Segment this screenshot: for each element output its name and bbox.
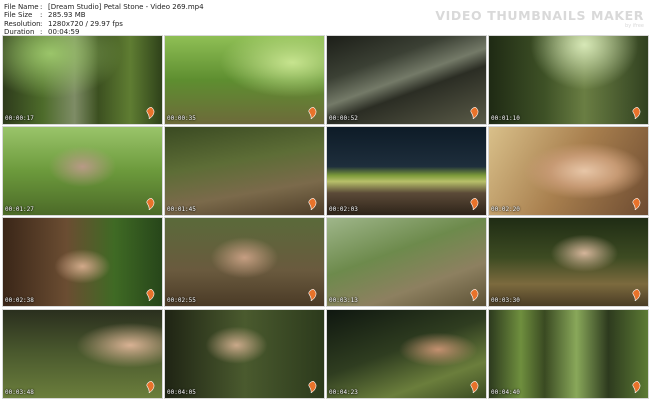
info-key: Resolution — [4, 19, 41, 28]
thumbnail-frame: 00:02:20 — [488, 126, 649, 216]
thumbnail-frame: 00:00:52 — [326, 35, 487, 125]
studio-logo-icon — [632, 381, 641, 393]
thumbnail-frame: 00:01:10 — [488, 35, 649, 125]
thumbnail-frame: 00:00:35 — [164, 35, 325, 125]
thumbnail-image — [165, 218, 324, 306]
studio-logo-icon — [308, 381, 317, 393]
thumbnail-timestamp: 00:00:52 — [329, 115, 358, 122]
info-value-file-size: 285.93 MB — [48, 11, 86, 20]
thumbnail-timestamp: 00:03:48 — [5, 389, 34, 396]
thumbnail-image — [327, 127, 486, 215]
thumbnail-image — [165, 127, 324, 215]
thumbnail-frame: 00:04:05 — [164, 309, 325, 399]
thumbnail-image — [3, 218, 162, 306]
studio-logo-icon — [632, 107, 641, 119]
thumbnail-image — [3, 36, 162, 124]
thumbnail-image — [327, 310, 486, 398]
thumbnail-timestamp: 00:02:20 — [491, 206, 520, 213]
thumbnail-image — [489, 218, 648, 306]
thumbnail-image — [3, 310, 162, 398]
thumbnail-image — [165, 310, 324, 398]
thumbnail-image — [489, 36, 648, 124]
info-value-resolution: 1280x720 / 29.97 fps — [48, 19, 123, 28]
info-value-file-name: [Dream Studio] Petal Stone - Video 269.m… — [48, 3, 204, 11]
thumbnail-timestamp: 00:01:27 — [5, 206, 34, 213]
thumbnail-timestamp: 00:00:17 — [5, 115, 34, 122]
thumbnail-timestamp: 00:03:13 — [329, 297, 358, 304]
brand-watermark: VIDEO THUMBNAILS MAKER — [435, 8, 644, 23]
thumbnail-image — [327, 36, 486, 124]
thumbnail-timestamp: 00:03:30 — [491, 297, 520, 304]
thumbnail-timestamp: 00:02:38 — [5, 297, 34, 304]
file-info-panel: File Name: [Dream Studio] Petal Stone - V… — [4, 3, 204, 37]
thumbnail-frame: 00:01:45 — [164, 126, 325, 216]
studio-logo-icon — [146, 198, 155, 210]
info-colon: : — [40, 19, 43, 28]
thumbnail-timestamp: 00:01:45 — [167, 206, 196, 213]
thumbnail-timestamp: 00:04:23 — [329, 389, 358, 396]
thumbnail-frame: 00:02:38 — [2, 217, 163, 307]
thumbnail-frame: 00:02:03 — [326, 126, 487, 216]
studio-logo-icon — [470, 381, 479, 393]
thumbnail-frame: 00:03:13 — [326, 217, 487, 307]
info-row-file-name: File Name: [Dream Studio] Petal Stone - V… — [4, 3, 204, 11]
studio-logo-icon — [308, 107, 317, 119]
thumbnail-image — [489, 127, 648, 215]
thumbnail-timestamp: 00:00:35 — [167, 115, 196, 122]
info-colon: : — [40, 11, 43, 20]
thumbnail-timestamp: 00:02:03 — [329, 206, 358, 213]
thumbnail-timestamp: 00:01:10 — [491, 115, 520, 122]
studio-logo-icon — [632, 289, 641, 301]
thumbnail-frame: 00:01:27 — [2, 126, 163, 216]
thumbnail-timestamp: 00:04:05 — [167, 389, 196, 396]
info-key: File Name — [4, 3, 39, 11]
studio-logo-icon — [470, 107, 479, 119]
studio-logo-icon — [146, 381, 155, 393]
thumbnail-frame: 00:03:30 — [488, 217, 649, 307]
thumbnail-image — [489, 310, 648, 398]
thumbnail-timestamp: 00:02:55 — [167, 297, 196, 304]
studio-logo-icon — [632, 198, 641, 210]
thumbnail-frame: 00:03:48 — [2, 309, 163, 399]
studio-logo-icon — [470, 289, 479, 301]
thumbnail-frame: 00:04:23 — [326, 309, 487, 399]
info-colon: : — [40, 3, 43, 11]
studio-logo-icon — [470, 198, 479, 210]
studio-logo-icon — [146, 107, 155, 119]
info-row-resolution: Resolution:1280x720 / 29.97 fps — [4, 20, 204, 28]
thumbnail-frame: 00:02:55 — [164, 217, 325, 307]
thumbnail-image — [3, 127, 162, 215]
thumbnail-frame: 00:00:17 — [2, 35, 163, 125]
thumbnail-timestamp: 00:04:40 — [491, 389, 520, 396]
thumbnail-image — [165, 36, 324, 124]
studio-logo-icon — [308, 289, 317, 301]
brand-watermark-subtitle: by ifree — [625, 23, 644, 29]
info-row-file-size: File Size:285.93 MB — [4, 11, 204, 19]
thumbnail-frame: 00:04:40 — [488, 309, 649, 399]
studio-logo-icon — [308, 198, 317, 210]
info-key: File Size — [4, 11, 33, 20]
studio-logo-icon — [146, 289, 155, 301]
thumbnail-image — [327, 218, 486, 306]
